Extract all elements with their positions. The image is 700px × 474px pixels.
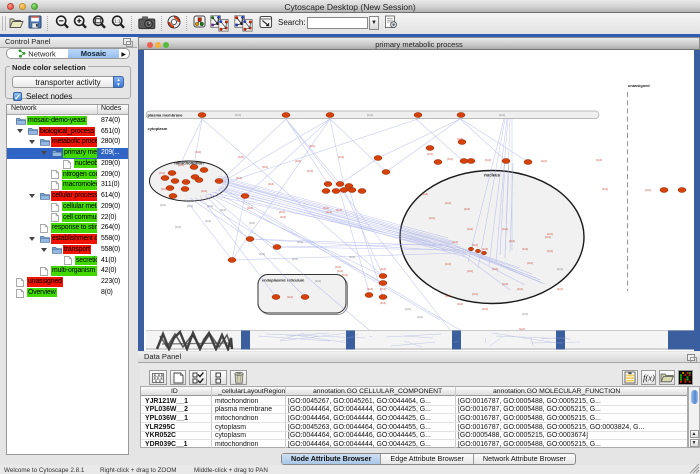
svg-text:[0-0]: [0-0] — [287, 295, 293, 299]
svg-text:[0-0]: [0-0] — [509, 239, 515, 243]
svg-text:[0-0]: [0-0] — [161, 187, 167, 191]
svg-text:[0-0]: [0-0] — [499, 113, 505, 117]
svg-text:[0-0]: [0-0] — [522, 312, 528, 316]
svg-text:[0-0]: [0-0] — [472, 292, 478, 296]
svg-text:[0-0]: [0-0] — [417, 315, 423, 319]
svg-text:[0-0]: [0-0] — [445, 201, 451, 205]
svg-text:[0-0]: [0-0] — [295, 159, 301, 163]
svg-text:[0-0]: [0-0] — [482, 307, 488, 311]
svg-text:[0-0]: [0-0] — [602, 187, 608, 191]
svg-text:[0-0]: [0-0] — [201, 189, 207, 193]
svg-text:[0-0]: [0-0] — [541, 159, 547, 163]
svg-text:[0-0]: [0-0] — [429, 216, 435, 220]
svg-text:[0-0]: [0-0] — [238, 155, 244, 159]
svg-text:[0-0]: [0-0] — [482, 247, 488, 251]
svg-text:[0-0]: [0-0] — [467, 227, 473, 231]
svg-text:[0-0]: [0-0] — [207, 204, 213, 208]
svg-text:[0-0]: [0-0] — [492, 267, 498, 271]
svg-text:nucleus: nucleus — [484, 173, 500, 178]
svg-text:[0-0]: [0-0] — [547, 249, 553, 253]
svg-text:[0-0]: [0-0] — [178, 163, 184, 167]
svg-text:[0-0]: [0-0] — [545, 235, 551, 239]
svg-text:[0-0]: [0-0] — [452, 240, 458, 244]
svg-text:[0-0]: [0-0] — [645, 188, 651, 192]
svg-text:[0-0]: [0-0] — [427, 152, 433, 156]
svg-text:[0-0]: [0-0] — [335, 265, 341, 269]
svg-text:[0-0]: [0-0] — [557, 267, 563, 271]
svg-text:[0-0]: [0-0] — [279, 210, 285, 214]
svg-text:[0-0]: [0-0] — [249, 221, 255, 225]
svg-text:unassigned: unassigned — [628, 83, 650, 88]
svg-text:[0-0]: [0-0] — [557, 287, 563, 291]
svg-text:[0-0]: [0-0] — [367, 113, 373, 117]
svg-text:[0-0]: [0-0] — [247, 206, 253, 210]
svg-text:[0-0]: [0-0] — [338, 155, 344, 159]
svg-text:[0-0]: [0-0] — [336, 208, 342, 212]
svg-text:[0-0]: [0-0] — [380, 267, 386, 271]
svg-text:[0-0]: [0-0] — [367, 287, 373, 291]
svg-text:[0-0]: [0-0] — [268, 182, 274, 186]
svg-text:[0-0]: [0-0] — [160, 203, 166, 207]
svg-text:[0-0]: [0-0] — [187, 204, 193, 208]
svg-text:[0-0]: [0-0] — [292, 257, 298, 261]
svg-text:[0-0]: [0-0] — [195, 150, 201, 154]
svg-text:[0-0]: [0-0] — [342, 273, 348, 277]
svg-text:[0-0]: [0-0] — [297, 240, 303, 244]
svg-text:[0-0]: [0-0] — [522, 247, 528, 251]
svg-text:[0-0]: [0-0] — [315, 279, 321, 283]
svg-text:[0-0]: [0-0] — [445, 262, 451, 266]
svg-text:[0-0]: [0-0] — [405, 307, 411, 311]
svg-text:[0-0]: [0-0] — [596, 158, 602, 162]
svg-text:[0-0]: [0-0] — [307, 169, 313, 173]
svg-text:[0-0]: [0-0] — [349, 255, 355, 259]
svg-text:endoplasmic reticulum: endoplasmic reticulum — [262, 278, 305, 283]
svg-text:[0-0]: [0-0] — [235, 113, 241, 117]
svg-text:[0-0]: [0-0] — [280, 215, 286, 219]
svg-text:[0-0]: [0-0] — [262, 165, 268, 169]
svg-text:[0-0]: [0-0] — [309, 144, 315, 148]
svg-text:[0-0]: [0-0] — [175, 225, 181, 229]
svg-text:[0-0]: [0-0] — [527, 261, 533, 265]
svg-text:[0-0]: [0-0] — [517, 287, 523, 291]
svg-text:[0-0]: [0-0] — [326, 210, 332, 214]
svg-text:[0-0]: [0-0] — [380, 287, 386, 291]
svg-text:cytoplasm: cytoplasm — [148, 126, 168, 131]
svg-text:[0-0]: [0-0] — [236, 176, 242, 180]
svg-text:[0-0]: [0-0] — [445, 294, 451, 298]
svg-text:[0-0]: [0-0] — [259, 252, 265, 256]
svg-text:[0-0]: [0-0] — [447, 157, 453, 161]
svg-text:[0-0]: [0-0] — [502, 227, 508, 231]
svg-text:f(x): f(x) — [643, 373, 655, 383]
svg-text:[0-0]: [0-0] — [205, 219, 211, 223]
svg-text:[0-0]: [0-0] — [457, 302, 463, 306]
svg-text:1:1: 1:1 — [114, 19, 121, 24]
svg-text:plasma membrane: plasma membrane — [148, 113, 184, 118]
svg-text:[0-0]: [0-0] — [502, 282, 508, 286]
svg-text:[0-0]: [0-0] — [159, 171, 165, 175]
svg-text:[0-0]: [0-0] — [220, 208, 226, 212]
svg-text:[0-0]: [0-0] — [485, 158, 491, 162]
svg-text:[0-0]: [0-0] — [472, 243, 478, 247]
svg-text:[0-0]: [0-0] — [422, 192, 428, 196]
svg-text:[0-0]: [0-0] — [464, 207, 470, 211]
svg-text:[0-0]: [0-0] — [380, 301, 386, 305]
svg-text:[0-0]: [0-0] — [457, 137, 463, 141]
svg-text:[0-0]: [0-0] — [467, 269, 473, 273]
